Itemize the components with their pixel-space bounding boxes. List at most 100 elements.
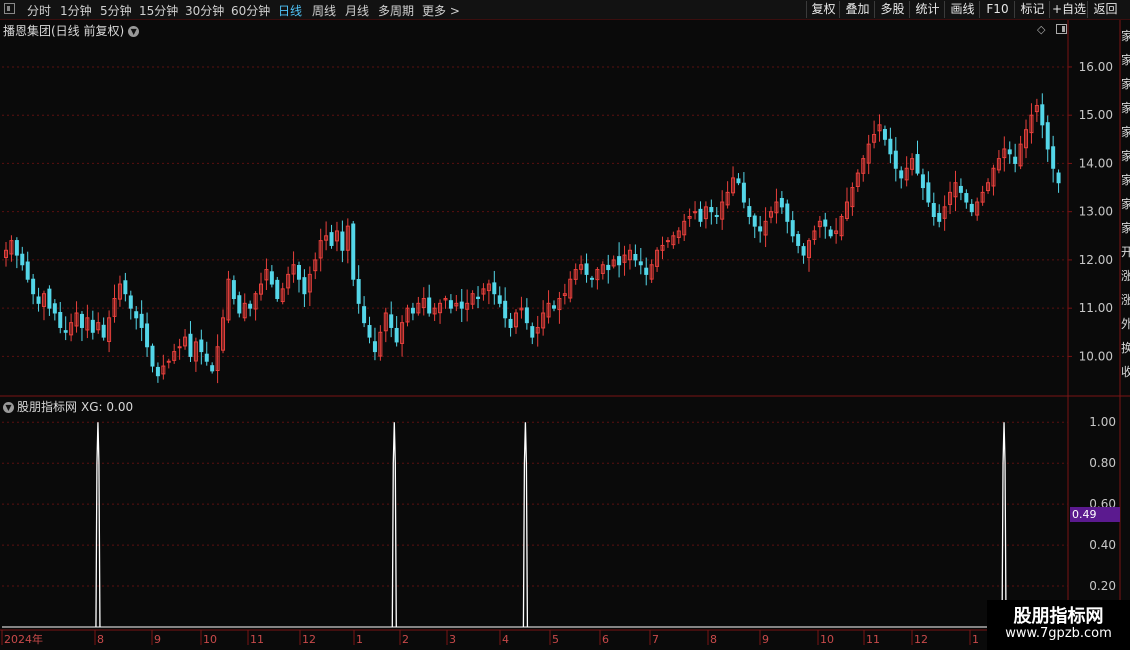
candle-body <box>448 300 453 309</box>
candle-body <box>709 207 714 213</box>
panel-toggle-icon[interactable] <box>4 3 15 14</box>
candle-body <box>752 215 757 227</box>
stock-title-label: 播恩集团(日线 前复权) <box>3 24 125 38</box>
candle-body <box>828 229 833 237</box>
multi-stock-button[interactable]: 多股 <box>874 1 910 18</box>
chevron-down-icon[interactable]: ▼ <box>3 402 14 413</box>
tab-15min[interactable]: 15分钟 <box>139 2 178 19</box>
watermark-url: www.7gpzb.com <box>1005 626 1112 641</box>
f10-button[interactable]: F10 <box>979 1 1015 18</box>
candle-body <box>296 265 301 280</box>
candle-body <box>356 279 361 304</box>
back-button[interactable]: 返回 <box>1087 1 1123 18</box>
right-edge-text: 家 <box>1121 148 1130 163</box>
candle-body <box>1056 172 1061 184</box>
statistics-button[interactable]: 统计 <box>909 1 945 18</box>
overlay-button[interactable]: 叠加 <box>839 1 875 18</box>
signal-spike <box>522 422 529 628</box>
candle-body <box>926 182 931 203</box>
watermark-name: 股朋指标网 <box>1013 606 1104 627</box>
candle-body <box>530 326 535 338</box>
candle-body <box>492 282 497 295</box>
candle-body <box>508 318 513 328</box>
right-edge-text: 家 <box>1121 76 1130 91</box>
tab-daily[interactable]: 日线 <box>278 2 302 19</box>
tab-60min[interactable]: 60分钟 <box>231 2 270 19</box>
current-value-tag: 0.49 <box>1070 507 1120 522</box>
candle-body <box>476 296 481 300</box>
tab-1min[interactable]: 1分钟 <box>60 2 92 19</box>
time-tick-label: 6 <box>602 633 609 646</box>
candle-body <box>367 325 372 338</box>
indicator-title[interactable]: ▼ 股朋指标网 XG: 0.00 <box>3 398 133 415</box>
chevron-down-icon[interactable]: ▼ <box>128 26 140 37</box>
candle-body <box>638 261 643 266</box>
indicator-tick-label: 0.80 <box>1089 456 1116 470</box>
candle-body <box>52 303 57 314</box>
draw-line-button[interactable]: 画线 <box>944 1 980 18</box>
candle-body <box>969 203 974 213</box>
candle-body <box>785 203 790 222</box>
right-edge-text: 家 <box>1121 52 1130 67</box>
candle-body <box>351 223 356 280</box>
add-watchlist-button[interactable]: +自选 <box>1049 1 1088 18</box>
diamond-icon[interactable]: ◇ <box>1037 23 1045 36</box>
time-tick-label: 9 <box>154 633 161 646</box>
tab-multi-period[interactable]: 多周期 <box>378 2 414 19</box>
candle-body <box>779 197 784 208</box>
candle-body <box>665 240 670 243</box>
candle-body <box>248 303 253 309</box>
price-tick-label: 12.00 <box>1079 253 1113 267</box>
candle-body <box>606 264 611 271</box>
tab-monthly[interactable]: 月线 <box>345 2 369 19</box>
candle-body <box>269 271 274 285</box>
candle-body <box>931 203 936 217</box>
candle-body <box>801 246 806 256</box>
window-toggle-icon[interactable] <box>1056 24 1067 34</box>
candle-body <box>394 327 399 343</box>
candle-body <box>893 150 898 169</box>
price-tick-label: 10.00 <box>1079 349 1113 363</box>
candle-body <box>389 314 394 328</box>
toolbar: 分时 1分钟 5分钟 15分钟 30分钟 60分钟 日线 周线 月线 多周期 更… <box>0 0 1130 20</box>
candle-body <box>1007 149 1012 155</box>
candle-body <box>139 313 144 328</box>
candle-body <box>145 323 150 348</box>
chart-canvas[interactable]: 16.00 15.00 14.00 13.00 12.00 11.00 10.00 1.00 0… <box>0 0 1130 650</box>
candle-body <box>524 307 529 324</box>
tab-more[interactable]: 更多 > <box>422 2 460 19</box>
right-edge-text: 外 <box>1121 317 1130 331</box>
candle-body <box>90 319 95 333</box>
candle-body <box>101 324 106 338</box>
tab-weekly[interactable]: 周线 <box>312 2 336 19</box>
candle-body <box>63 330 68 333</box>
watermark: 股朋指标网 www.7gpzb.com <box>987 600 1130 650</box>
indicator-tick-label: 0.40 <box>1089 538 1116 552</box>
time-tick-label: 1 <box>972 633 979 646</box>
candle-body <box>20 253 25 266</box>
candle-body <box>166 360 171 363</box>
candle-body <box>123 280 128 295</box>
signal-spike <box>1001 422 1007 628</box>
tab-30min[interactable]: 30分钟 <box>185 2 224 19</box>
tab-fenshi[interactable]: 分时 <box>27 2 51 19</box>
candle-body <box>698 208 703 222</box>
candle-body <box>25 261 30 280</box>
candle-body <box>188 333 193 357</box>
candle-body <box>79 313 84 328</box>
candle-body <box>372 341 377 353</box>
time-tick-label: 12 <box>302 633 316 646</box>
time-tick-label: 10 <box>820 633 834 646</box>
price-tick-label: 14.00 <box>1079 156 1113 170</box>
candle-body <box>551 305 556 309</box>
fuquan-button[interactable]: 复权 <box>806 1 840 18</box>
time-tick-label: 1 <box>356 633 363 646</box>
mark-button[interactable]: 标记 <box>1014 1 1050 18</box>
price-tick-label: 15.00 <box>1079 108 1113 122</box>
right-edge-text: 家 <box>1121 196 1130 211</box>
candle-body <box>134 311 139 319</box>
stock-title[interactable]: 播恩集团(日线 前复权) ▼ <box>3 22 140 39</box>
candle-body <box>275 279 280 300</box>
tab-5min[interactable]: 5分钟 <box>100 2 132 19</box>
time-tick-label: 9 <box>762 633 769 646</box>
